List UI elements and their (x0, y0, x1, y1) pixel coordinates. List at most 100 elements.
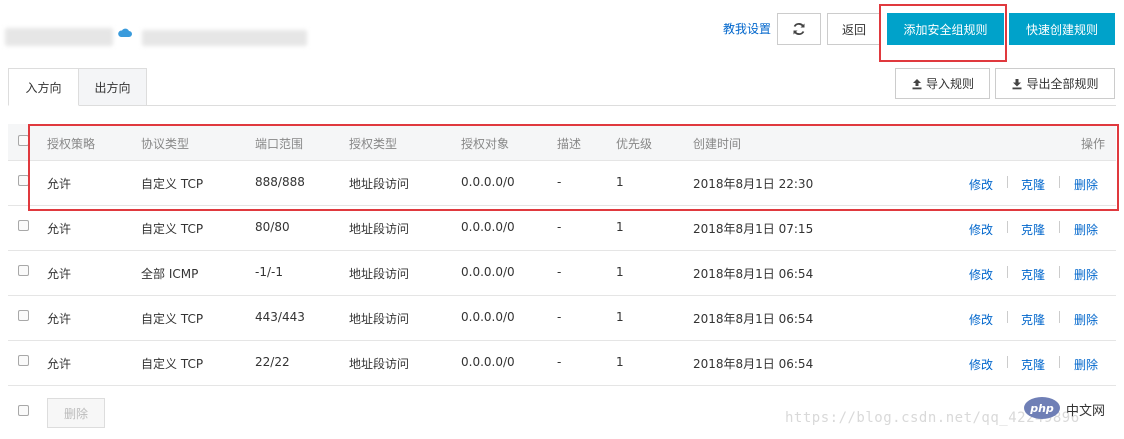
delete-link[interactable]: 删除 (1074, 356, 1098, 373)
cell-created: 2018年8月1日 22:30 (693, 177, 814, 191)
cell-created: 2018年8月1日 07:15 (693, 222, 814, 236)
cell-auth-object: 0.0.0.0/0 (461, 220, 515, 234)
cell-protocol: 自定义 TCP (141, 177, 204, 191)
row-checkbox[interactable] (18, 220, 29, 231)
row-checkbox[interactable] (18, 310, 29, 321)
cell-auth-type: 地址段访问 (349, 177, 410, 191)
row-divider (8, 340, 1116, 341)
row-checkbox[interactable] (18, 265, 29, 276)
column-header-description: 描述 (557, 137, 582, 151)
cell-auth-type: 地址段访问 (349, 312, 410, 326)
delete-link[interactable]: 删除 (1074, 311, 1098, 328)
quick-create-rule-button[interactable]: 快速创建规则 (1009, 13, 1115, 45)
cell-description: - (557, 310, 562, 324)
edit-link[interactable]: 修改 (969, 311, 993, 328)
column-header-auth-object: 授权对象 (461, 137, 510, 151)
delete-link[interactable]: 删除 (1074, 221, 1098, 238)
column-header-auth-type: 授权类型 (349, 137, 398, 151)
export-all-rules-label: 导出全部规则 (1026, 77, 1099, 91)
action-separator (1007, 356, 1008, 368)
cell-protocol: 自定义 TCP (141, 222, 204, 236)
action-separator (1007, 311, 1008, 323)
blurred-instance-name (5, 28, 113, 46)
cloud-icon (118, 28, 132, 37)
column-header-port: 端口范围 (255, 137, 304, 151)
column-header-priority: 优先级 (616, 137, 653, 151)
cell-port: 443/443 (255, 310, 305, 324)
action-separator (1059, 221, 1060, 233)
cell-priority: 1 (616, 310, 624, 324)
row-divider (8, 205, 1116, 206)
tab-inbound[interactable]: 入方向 (8, 68, 79, 106)
cell-created: 2018年8月1日 06:54 (693, 312, 814, 326)
cell-auth-object: 0.0.0.0/0 (461, 175, 515, 189)
cell-priority: 1 (616, 355, 624, 369)
cell-auth-object: 0.0.0.0/0 (461, 265, 515, 279)
row-divider (8, 250, 1116, 251)
help-setup-link[interactable]: 教我设置 (723, 20, 771, 37)
edit-link[interactable]: 修改 (969, 176, 993, 193)
cell-policy: 允许 (47, 222, 72, 236)
action-separator (1059, 266, 1060, 278)
export-all-rules-button[interactable]: 导出全部规则 (995, 68, 1115, 99)
row-checkbox[interactable] (18, 355, 29, 366)
cell-priority: 1 (616, 175, 624, 189)
action-separator (1007, 266, 1008, 278)
clone-link[interactable]: 克隆 (1021, 311, 1045, 328)
column-header-created: 创建时间 (693, 137, 742, 151)
column-header-actions: 操作 (1081, 137, 1106, 151)
action-separator (1007, 176, 1008, 188)
cell-policy: 允许 (47, 177, 72, 191)
php-site-label: 中文网 (1066, 404, 1106, 419)
back-button[interactable]: 返回 (827, 13, 881, 45)
bulk-delete-button[interactable]: 删除 (47, 398, 105, 428)
action-separator (1007, 221, 1008, 233)
refresh-icon (793, 23, 805, 35)
import-rules-button[interactable]: 导入规则 (895, 68, 990, 99)
edit-link[interactable]: 修改 (969, 356, 993, 373)
cell-created: 2018年8月1日 06:54 (693, 357, 814, 371)
tab-outbound[interactable]: 出方向 (78, 68, 147, 106)
cell-created: 2018年8月1日 06:54 (693, 267, 814, 281)
blurred-instance-id (142, 30, 307, 46)
cell-auth-type: 地址段访问 (349, 222, 410, 236)
row-divider (8, 160, 1116, 161)
clone-link[interactable]: 克隆 (1021, 221, 1045, 238)
cell-auth-object: 0.0.0.0/0 (461, 310, 515, 324)
clone-link[interactable]: 克隆 (1021, 266, 1045, 283)
cell-description: - (557, 220, 562, 234)
cell-policy: 允许 (47, 312, 72, 326)
cell-protocol: 全部 ICMP (141, 267, 199, 281)
cell-policy: 允许 (47, 357, 72, 371)
row-checkbox[interactable] (18, 175, 29, 186)
refresh-button[interactable] (777, 13, 821, 45)
action-separator (1059, 356, 1060, 368)
edit-link[interactable]: 修改 (969, 221, 993, 238)
cell-description: - (557, 355, 562, 369)
clone-link[interactable]: 克隆 (1021, 356, 1045, 373)
tabs-divider (8, 105, 1116, 106)
import-rules-label: 导入规则 (925, 77, 974, 91)
cell-protocol: 自定义 TCP (141, 357, 204, 371)
edit-link[interactable]: 修改 (969, 266, 993, 283)
download-icon (1012, 78, 1022, 89)
clone-link[interactable]: 克隆 (1021, 176, 1045, 193)
action-separator (1059, 176, 1060, 188)
footer-select-all-checkbox[interactable] (18, 405, 29, 416)
cell-port: 22/22 (255, 355, 290, 369)
row-divider (8, 295, 1116, 296)
cell-priority: 1 (616, 265, 624, 279)
add-security-rule-button[interactable]: 添加安全组规则 (887, 13, 1004, 45)
column-header-protocol: 协议类型 (141, 137, 190, 151)
cell-auth-type: 地址段访问 (349, 267, 410, 281)
row-divider (8, 385, 1116, 386)
cell-port: 80/80 (255, 220, 290, 234)
cell-protocol: 自定义 TCP (141, 312, 204, 326)
php-logo: php (1024, 397, 1060, 419)
cell-policy: 允许 (47, 267, 72, 281)
delete-link[interactable]: 删除 (1074, 266, 1098, 283)
column-header-policy: 授权策略 (47, 137, 96, 151)
action-separator (1059, 311, 1060, 323)
delete-link[interactable]: 删除 (1074, 176, 1098, 193)
select-all-checkbox[interactable] (18, 135, 29, 146)
